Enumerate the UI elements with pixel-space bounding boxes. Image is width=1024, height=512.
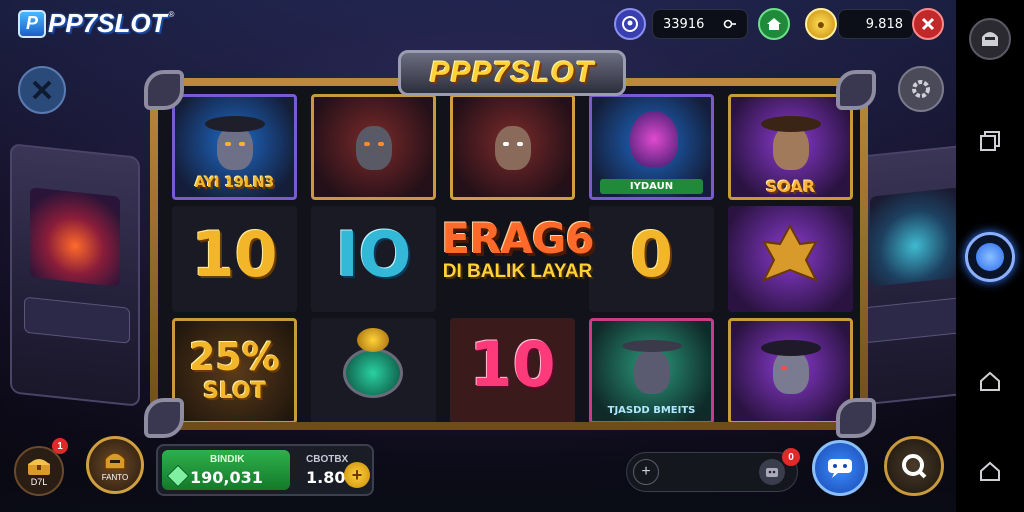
- logo-text: PP7SLOT: [48, 8, 167, 38]
- home-icon: [767, 18, 781, 30]
- coins-pill: 9.818: [838, 9, 914, 39]
- crossed-tools-icon: [32, 80, 52, 100]
- reel-5-symbol-pirate: [728, 318, 853, 422]
- center-overlay-title: ERAG6 DI BALIK LAYAR: [430, 214, 605, 283]
- banner-title: PPP7SLOT: [429, 56, 595, 89]
- bet-value: 1.80: [306, 468, 346, 487]
- search-icon: [902, 454, 927, 479]
- reel-5-symbol-emblem: [728, 206, 853, 312]
- reel-1-symbol-number: 10: [172, 206, 297, 312]
- reel-2: IO: [311, 94, 436, 422]
- user-stat-pill: 33916: [652, 9, 748, 39]
- balance-value: 190,031: [190, 468, 263, 487]
- reel-5: SOAR: [728, 94, 853, 422]
- arcade-cabinet-left: [10, 143, 140, 407]
- user-button[interactable]: [614, 8, 646, 40]
- spin-button[interactable]: [884, 436, 944, 496]
- balance-display: BINDIK 190,031: [162, 450, 290, 490]
- settings-button[interactable]: [898, 66, 944, 112]
- avatar-button[interactable]: FANTO: [86, 436, 144, 494]
- center-sub-text: DI BALIK LAYAR: [442, 261, 593, 282]
- reel-2-symbol-wolfman: [311, 94, 436, 200]
- center-big-text: ERAG6: [441, 214, 594, 263]
- reel-3-symbol-vampire: [450, 94, 575, 200]
- frame-corner-ornament: [144, 398, 184, 438]
- chat-bubble-icon: [828, 459, 852, 478]
- coins-value: 9.818: [865, 16, 903, 32]
- reel-4-mid-value: 0: [629, 218, 674, 291]
- close-icon: [921, 17, 935, 31]
- back-nav-button[interactable]: [977, 458, 1003, 484]
- game-stage: P PP7SLOT ® 33916 ● 9.818 AYI 19LN3 10 2…: [0, 0, 956, 512]
- bet-label: CBOTBX: [306, 454, 349, 465]
- close-button[interactable]: [912, 8, 944, 40]
- reel-1: AYI 19LN3 10 25% SLOT: [172, 94, 297, 422]
- home-nav-button[interactable]: [977, 368, 1003, 394]
- frame-corner-ornament: [144, 70, 184, 110]
- recent-apps-button[interactable]: [977, 128, 1003, 154]
- reel-2-mid-value: IO: [335, 218, 412, 291]
- reel-1-symbol-hat-man: AYI 19LN3: [172, 94, 297, 200]
- logo-registered: ®: [168, 10, 175, 19]
- reel-1-top-label: AYI 19LN3: [194, 175, 275, 191]
- treasure-chest-icon: [28, 459, 50, 475]
- reel-3-bot-value: 10: [469, 328, 556, 401]
- gift-label: D7L: [30, 477, 48, 487]
- reel-2-symbol-potion: [311, 318, 436, 422]
- chat-input-pill[interactable]: +: [626, 452, 798, 492]
- reel-4-symbol-number: 0: [589, 206, 714, 312]
- assistant-button[interactable]: [965, 232, 1015, 282]
- balance-panel: BINDIK 190,031 CBOTBX 1.80 +: [156, 444, 374, 496]
- reel-5-top-label: SOAR: [765, 177, 816, 196]
- bet-increase-button[interactable]: +: [344, 462, 370, 488]
- menu-button[interactable]: [18, 66, 66, 114]
- key-icon: [723, 19, 736, 29]
- reel-4-bot-label: TJASDD BMEITS: [607, 405, 696, 416]
- reel-1-symbol-slot: 25% SLOT: [172, 318, 297, 422]
- reel-1-bot-value: 25%: [189, 335, 280, 379]
- helmet-icon: [104, 451, 126, 470]
- robot-icon[interactable]: [759, 459, 785, 485]
- app-logo: P PP7SLOT ®: [18, 8, 174, 39]
- reel-2-symbol-number: IO: [311, 206, 436, 312]
- helmet-icon: [982, 32, 998, 46]
- assistant-orb-icon: [976, 243, 1004, 271]
- reel-4-top-label: IYDAUN: [600, 179, 703, 194]
- reel-1-mid-value: 10: [191, 218, 278, 291]
- reel-4-symbol-phantom: IYDAUN: [589, 94, 714, 200]
- gem-icon: [166, 464, 190, 488]
- reel-1-bot-sub: SLOT: [203, 379, 266, 404]
- android-nav-bar: [956, 0, 1024, 512]
- reel-3-symbol-number: 10: [450, 318, 575, 422]
- chat-button[interactable]: [812, 440, 868, 496]
- home-outline-icon: [980, 461, 1000, 481]
- gear-icon: [912, 80, 930, 98]
- home-outline-icon: [980, 371, 1000, 391]
- add-button[interactable]: +: [633, 459, 659, 485]
- title-banner: PPP7SLOT: [398, 50, 626, 96]
- user-circle-icon: [622, 16, 638, 32]
- balance-label: BINDIK: [210, 454, 245, 465]
- home-button[interactable]: [758, 8, 790, 40]
- reel-5-symbol-cowboy: SOAR: [728, 94, 853, 200]
- gift-badge: 1: [52, 438, 68, 454]
- chat-badge: 0: [782, 448, 800, 466]
- reel-4: IYDAUN 0 TJASDD BMEITS: [589, 94, 714, 422]
- game-avatar-button[interactable]: [969, 18, 1011, 60]
- coin-icon: ●: [805, 8, 837, 40]
- frame-corner-ornament: [836, 70, 876, 110]
- user-stat-value: 33916: [663, 16, 705, 32]
- recent-apps-icon: [980, 131, 1000, 151]
- reel-4-symbol-warrior: TJASDD BMEITS: [589, 318, 714, 422]
- avatar-label: FANTO: [101, 472, 129, 482]
- frame-corner-ornament: [836, 398, 876, 438]
- logo-badge: P: [18, 9, 46, 38]
